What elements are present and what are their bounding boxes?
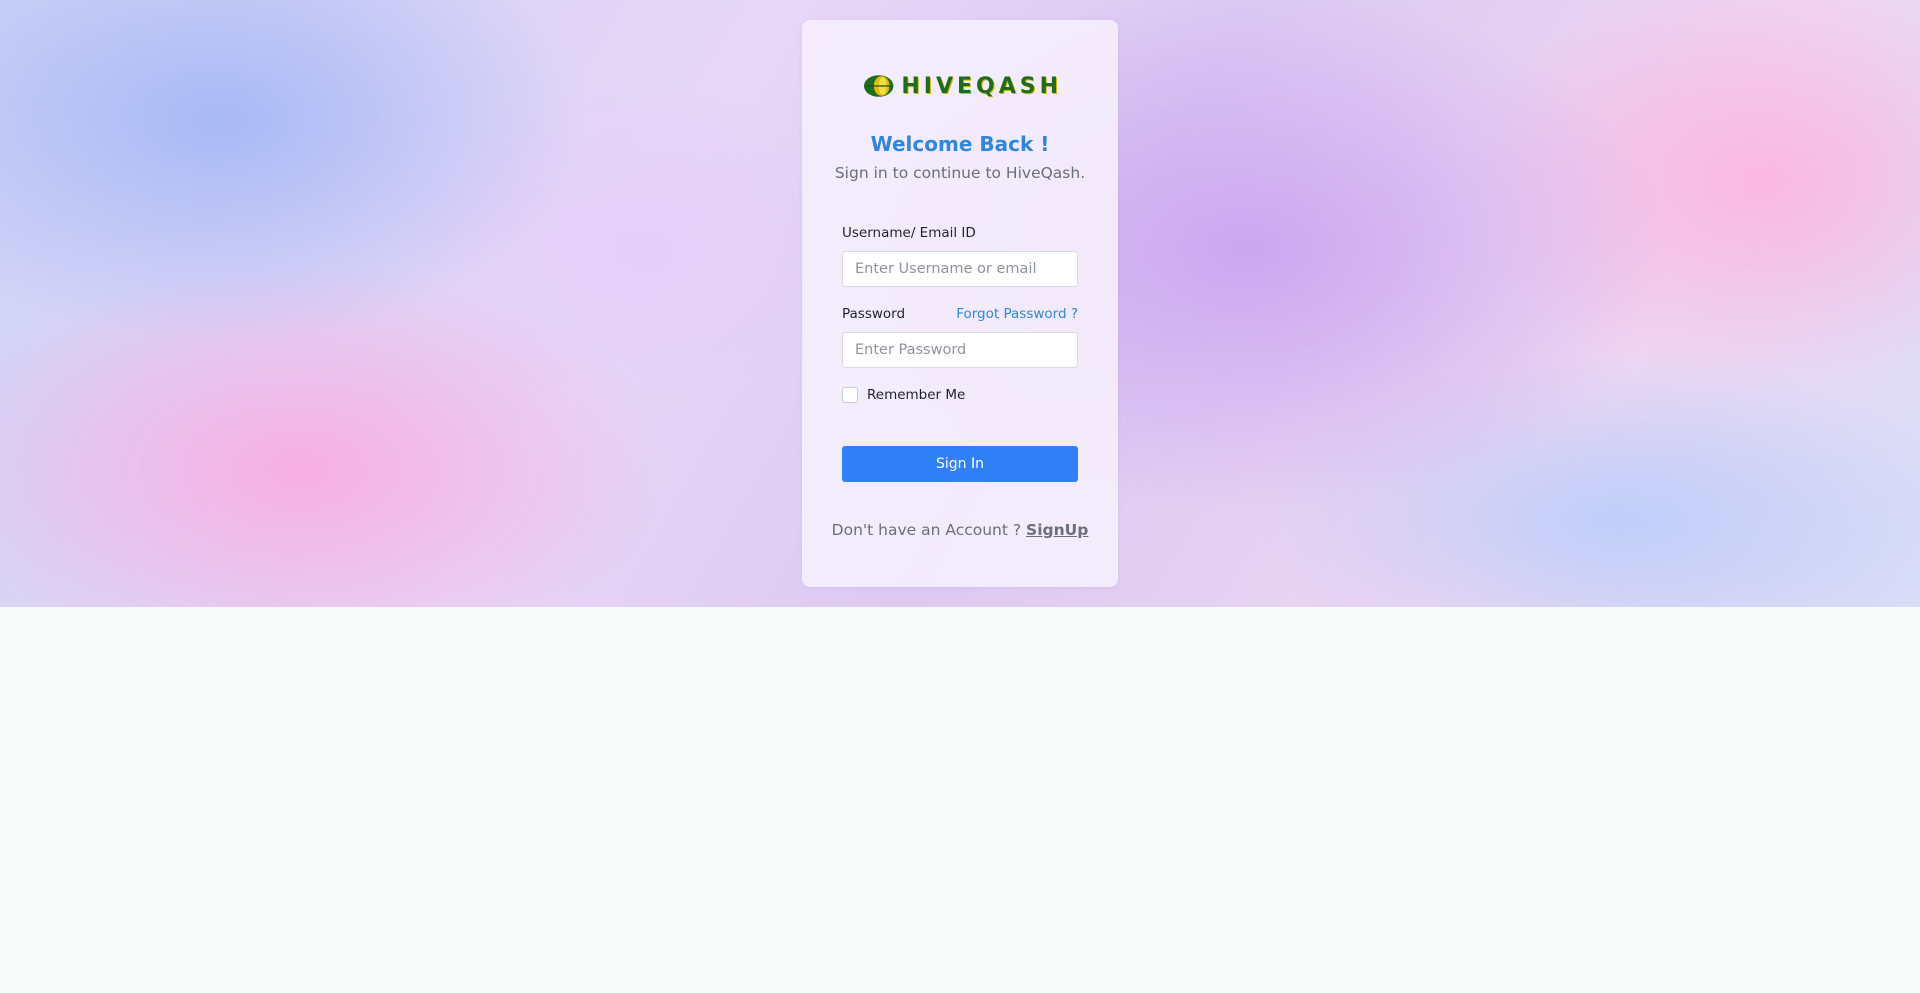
page-title: Welcome Back ! — [870, 132, 1050, 156]
sign-in-button[interactable]: Sign In — [842, 446, 1078, 482]
forgot-password-link[interactable]: Forgot Password ? — [956, 306, 1078, 322]
brand-logo: HIVEQASH — [862, 71, 1062, 101]
password-label: Password — [842, 306, 906, 322]
login-card: HIVEQASH Welcome Back ! Sign in to conti… — [802, 20, 1118, 587]
password-input[interactable] — [842, 332, 1078, 368]
username-input[interactable] — [842, 251, 1078, 287]
remember-me-toggle[interactable]: Remember Me — [842, 387, 965, 403]
page-subtitle: Sign in to continue to HiveQash. — [834, 164, 1086, 182]
remember-me-checkbox[interactable] — [842, 387, 858, 403]
brand-name: HIVEQASH — [901, 73, 1062, 99]
signup-link[interactable]: SignUp — [1026, 521, 1088, 539]
signup-prompt: Don't have an Account ? SignUp — [802, 521, 1118, 539]
signup-prompt-text: Don't have an Account ? — [831, 521, 1022, 539]
leaf-logo-icon — [863, 75, 894, 97]
hero-background: HIVEQASH Welcome Back ! Sign in to conti… — [0, 0, 1920, 607]
remember-me-label: Remember Me — [867, 387, 966, 403]
username-label: Username/ Email ID — [842, 225, 976, 241]
